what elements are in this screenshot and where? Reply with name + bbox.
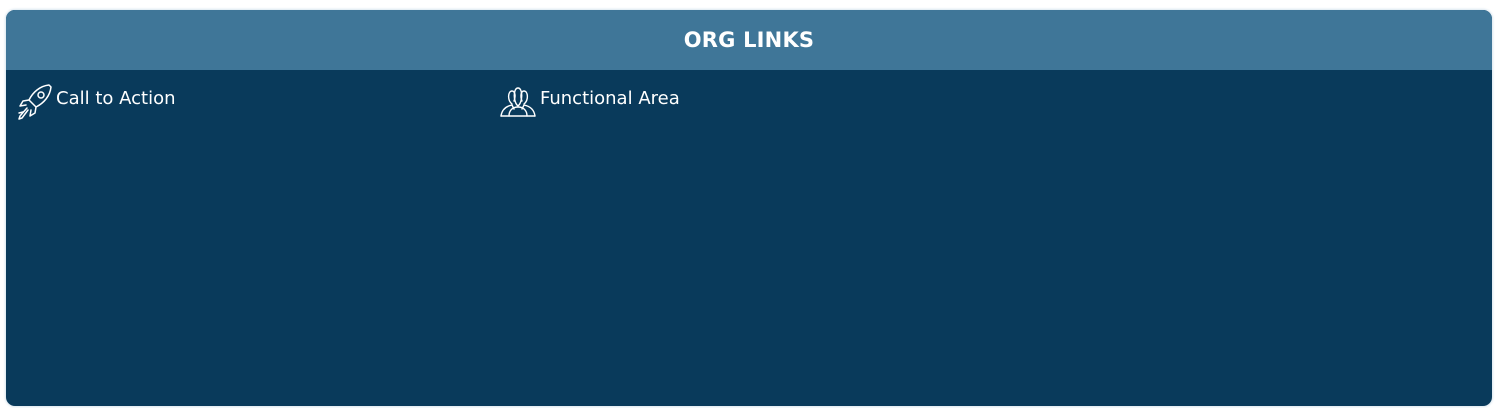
org-links-panel: ORG LINKS Call to Action Functional Area <box>6 10 1492 406</box>
panel-header: ORG LINKS <box>6 10 1492 70</box>
panel-title: ORG LINKS <box>683 28 815 52</box>
functional-area-link[interactable]: Functional Area <box>498 82 680 122</box>
rocket-icon <box>14 82 54 122</box>
functional-area-label: Functional Area <box>540 87 680 109</box>
call-to-action-label: Call to Action <box>56 87 176 109</box>
call-to-action-link[interactable]: Call to Action <box>14 82 176 122</box>
team-icon <box>498 82 538 122</box>
